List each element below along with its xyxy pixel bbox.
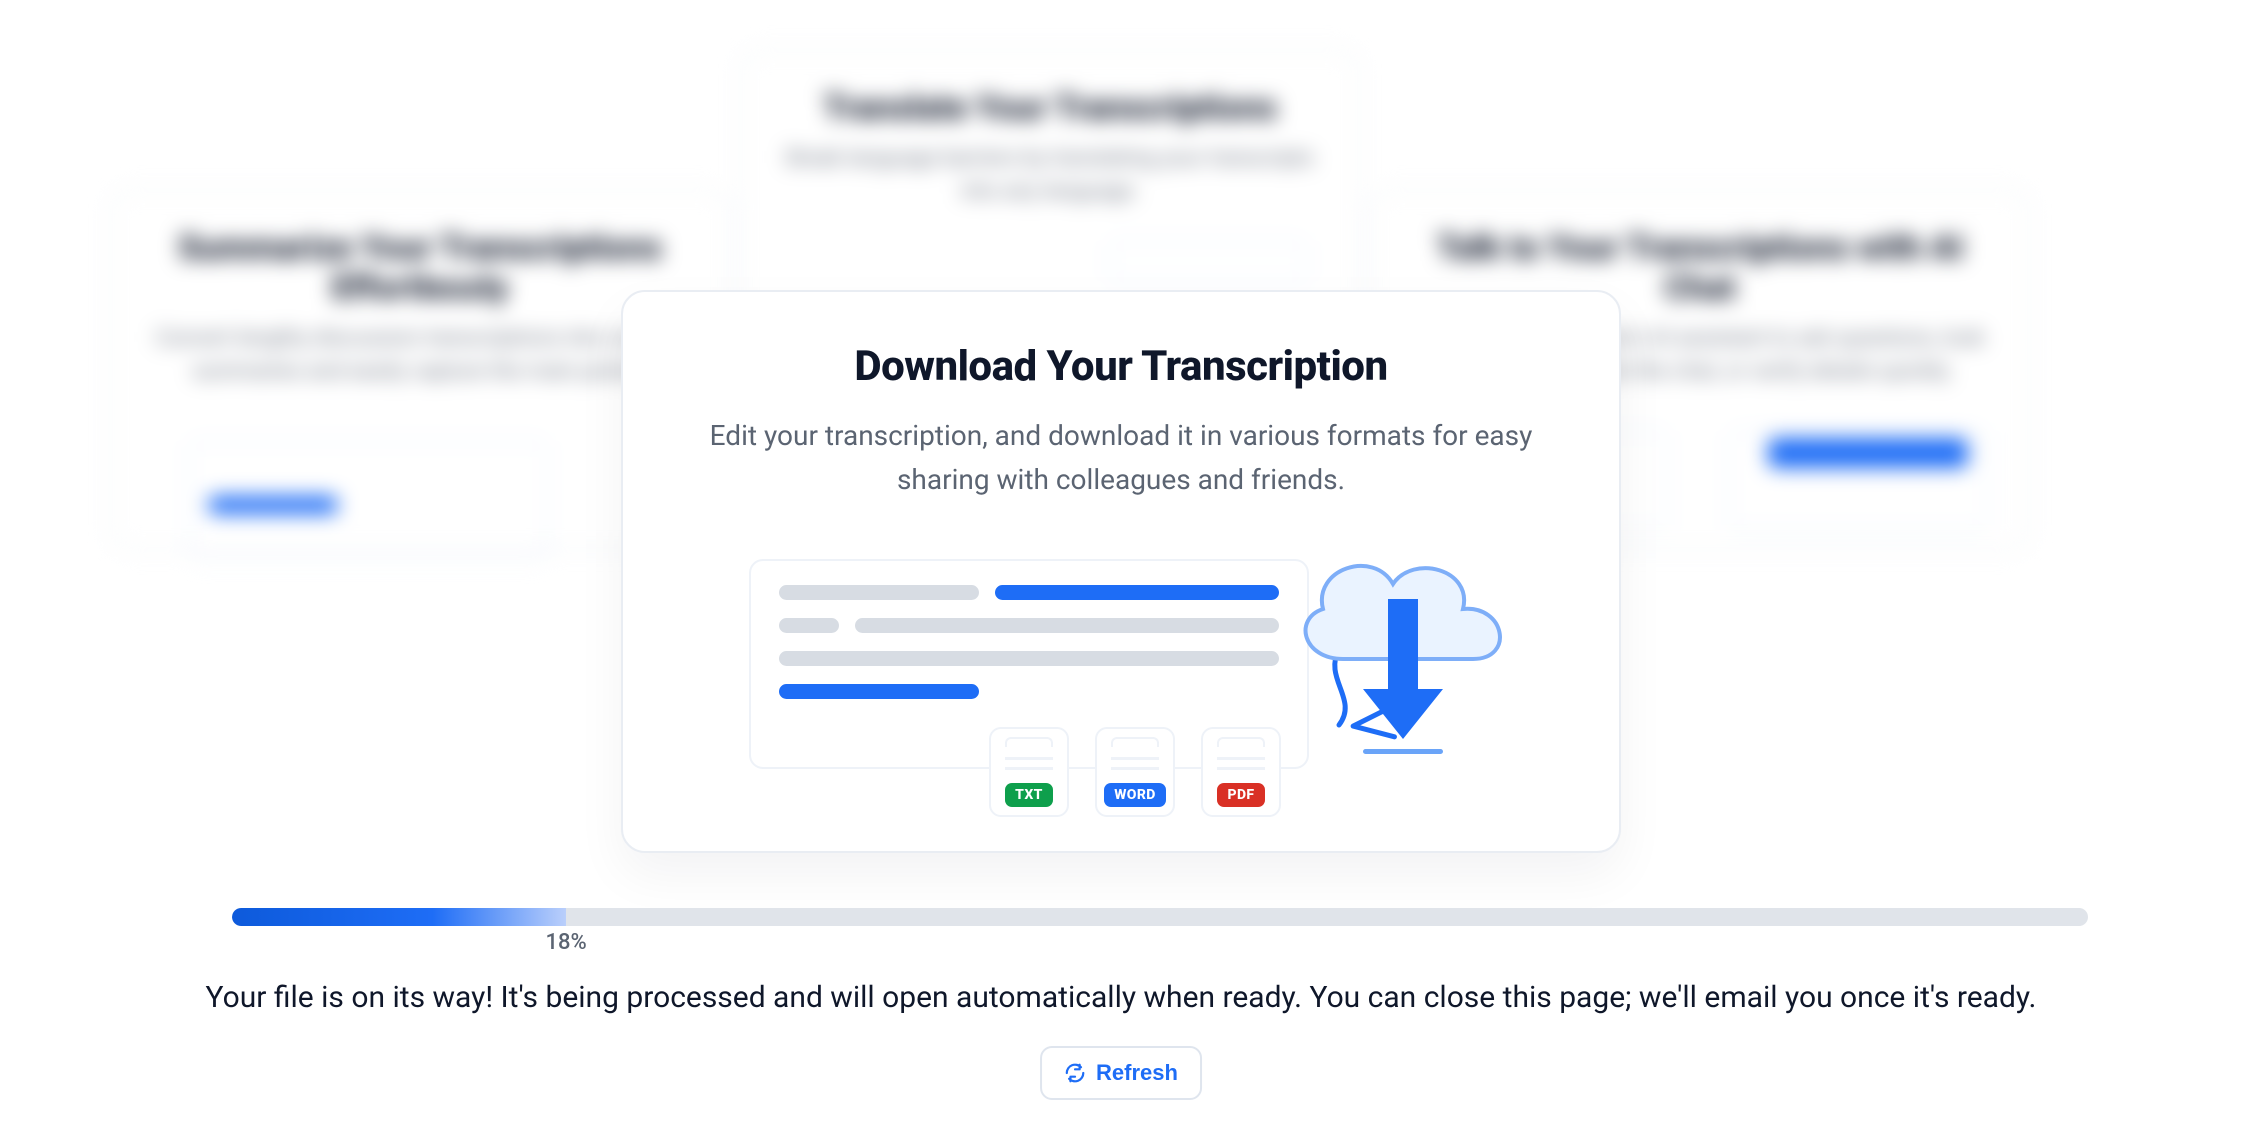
- progress-label: 18%: [545, 930, 586, 955]
- refresh-button[interactable]: Refresh: [1040, 1046, 1202, 1100]
- cloud-download-icon: [1283, 539, 1523, 799]
- upload-progress: 18%: [232, 908, 2088, 926]
- bg-card-translate-title: Translate Your Transcriptions: [778, 88, 1322, 128]
- bg-card-summarize-title: Summarize Your Transcriptions Effortless…: [148, 228, 692, 308]
- bg-card-summarize-sub: Convert lengthy discussion transcription…: [148, 322, 692, 388]
- status-message: Your file is on its way! It's being proc…: [160, 980, 2082, 1015]
- progress-fill: [232, 908, 566, 926]
- progress-bar: [232, 908, 2088, 926]
- download-arrow-icon: [1363, 599, 1443, 749]
- format-txt-label: TXT: [1005, 783, 1053, 807]
- format-pdf-label: PDF: [1217, 783, 1264, 807]
- format-word-icon: WORD: [1095, 727, 1175, 817]
- refresh-button-label: Refresh: [1096, 1060, 1178, 1086]
- refresh-icon: [1064, 1062, 1086, 1084]
- format-word-label: WORD: [1104, 783, 1166, 807]
- format-txt-icon: TXT: [989, 727, 1069, 817]
- format-pdf-icon: PDF: [1201, 727, 1281, 817]
- download-card-title: Download Your Transcription: [679, 342, 1563, 392]
- download-illustration: TXT WORD PDF: [679, 549, 1563, 809]
- download-card-subtitle: Edit your transcription, and download it…: [681, 414, 1561, 501]
- bg-card-translate-sub: Break language barriers by translating y…: [778, 142, 1322, 208]
- download-card: Download Your Transcription Edit your tr…: [621, 290, 1621, 853]
